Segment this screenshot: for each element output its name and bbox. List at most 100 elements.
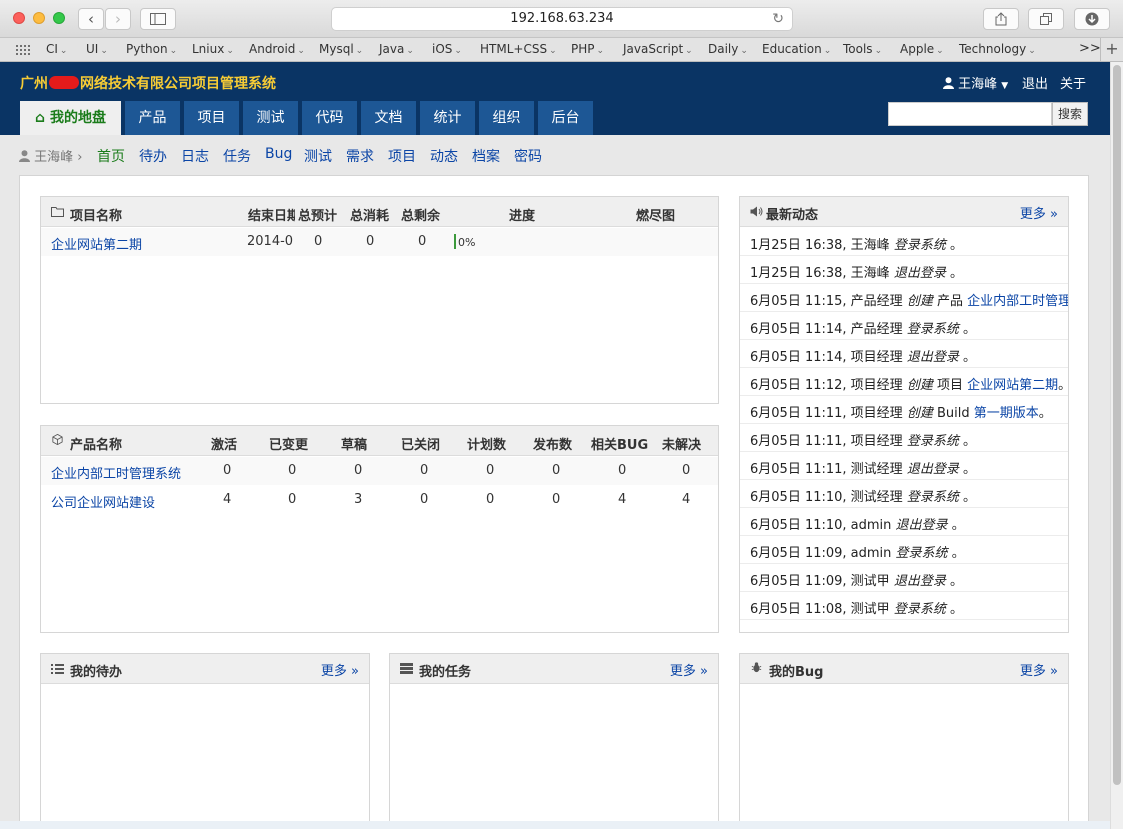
- subnav-item[interactable]: Bug: [265, 146, 292, 162]
- todo-more-link[interactable]: 更多 »: [321, 660, 359, 679]
- bookmarks-overflow-button[interactable]: >>: [1079, 41, 1101, 56]
- bookmark-item[interactable]: PHP ⌄: [571, 42, 604, 56]
- activity-text: 6月05日 11:11, 项目经理 登录系统 。: [750, 430, 976, 449]
- main-tab[interactable]: 测试: [243, 101, 298, 135]
- activity-item: 6月05日 11:09, admin 登录系统 。: [740, 536, 1068, 564]
- subnav-item[interactable]: 档案: [472, 146, 500, 166]
- bugs-more-link[interactable]: 更多 »: [1020, 660, 1058, 679]
- activity-item: 6月05日 11:11, 测试经理 退出登录 。: [740, 452, 1068, 480]
- bookmark-item[interactable]: Android ⌄: [249, 42, 305, 56]
- sub-nav: 王海峰 › 首页 待办 日志 任务 Bug 测试 需求 项目 动态 档案 密码: [0, 135, 1110, 175]
- chevron-down-icon: ⌄: [596, 46, 605, 56]
- reload-icon[interactable]: ↻: [772, 8, 784, 30]
- subnav-item[interactable]: 动态: [430, 146, 458, 166]
- project-name-link[interactable]: 企业网站第二期: [51, 234, 142, 253]
- project-estimate: 0: [314, 234, 323, 249]
- bookmark-label: Android: [249, 42, 296, 56]
- user-name: 王海峰: [958, 77, 998, 92]
- subnav-item[interactable]: 待办: [139, 146, 167, 166]
- about-link[interactable]: 关于: [1060, 73, 1086, 92]
- bookmark-item[interactable]: Education ⌄: [762, 42, 831, 56]
- subnav-item[interactable]: 日志: [181, 146, 209, 166]
- main-tab[interactable]: 后台: [538, 101, 593, 135]
- maximize-window-button[interactable]: [53, 12, 65, 24]
- bookmark-item[interactable]: Daily ⌄: [708, 42, 748, 56]
- main-tab[interactable]: 项目: [184, 101, 239, 135]
- activity-item: 1月25日 16:38, 王海峰 登录系统 。: [740, 228, 1068, 256]
- tabs-overview-button[interactable]: [1028, 8, 1064, 30]
- main-tab[interactable]: 组织: [479, 101, 534, 135]
- company-title[interactable]: 广州 网络技术有限公司项目管理系统: [20, 73, 276, 93]
- bookmark-item[interactable]: Lniux ⌄: [192, 42, 234, 56]
- bugs-header: 我的Bug 更多 »: [740, 654, 1068, 684]
- bugs-panel: 我的Bug 更多 »: [739, 653, 1069, 829]
- bookmark-label: Apple: [900, 42, 935, 56]
- subnav-item[interactable]: 任务: [223, 146, 251, 166]
- main-tab[interactable]: 文档: [361, 101, 416, 135]
- col-plans: 计划数: [467, 438, 507, 453]
- scrollbar-thumb[interactable]: [1113, 65, 1121, 785]
- activity-object-link[interactable]: 企业内部工时管理系: [967, 294, 1068, 309]
- downloads-button[interactable]: [1074, 8, 1110, 30]
- bookmark-item[interactable]: iOS ⌄: [432, 42, 462, 56]
- product-stat-cell: 0: [486, 463, 495, 478]
- top-sites-icon[interactable]: [15, 44, 31, 56]
- main-tab[interactable]: 产品: [125, 101, 180, 135]
- tasks-header: 我的任务 更多 »: [390, 654, 718, 684]
- tasks-more-link[interactable]: 更多 »: [670, 660, 708, 679]
- bookmark-item[interactable]: Python ⌄: [126, 42, 177, 56]
- product-stat-cell: 0: [486, 492, 495, 507]
- bookmark-item[interactable]: Tools ⌄: [843, 42, 882, 56]
- chevron-right-icon: ›: [77, 150, 83, 165]
- activity-action: 创建: [906, 406, 933, 421]
- new-tab-button[interactable]: +: [1100, 38, 1123, 62]
- activity-text: 6月05日 11:14, 产品经理 登录系统 。: [750, 318, 976, 337]
- activity-more-link[interactable]: 更多 »: [1020, 203, 1058, 222]
- close-window-button[interactable]: [13, 12, 25, 24]
- chevron-down-icon: ⌄: [936, 46, 944, 56]
- page-scrollbar[interactable]: [1110, 62, 1123, 829]
- product-stat-cell: 3: [354, 492, 363, 507]
- product-name-link[interactable]: 企业内部工时管理系统: [51, 463, 181, 482]
- bookmark-item[interactable]: UI ⌄: [86, 42, 108, 56]
- search-input[interactable]: [888, 102, 1052, 126]
- chevron-down-icon: ⌄: [226, 46, 234, 56]
- main-tab[interactable]: 代码: [302, 101, 357, 135]
- activity-object-link[interactable]: 第一期版本: [974, 406, 1039, 421]
- subnav-item[interactable]: 测试: [304, 146, 332, 166]
- activity-object-link[interactable]: 企业网站第二期: [967, 378, 1058, 393]
- product-stat-cell: 0: [354, 463, 363, 478]
- address-bar[interactable]: 192.168.63.234 ↻: [331, 7, 793, 31]
- bookmark-item[interactable]: Java ⌄: [379, 42, 414, 56]
- browser-toolbar: ‹ › 192.168.63.234 ↻: [0, 0, 1123, 38]
- activity-header: 最新动态 更多 »: [740, 197, 1068, 227]
- user-menu[interactable]: 王海峰 ▼: [943, 73, 1008, 92]
- activity-action: 登录系统: [906, 322, 959, 337]
- bookmark-item[interactable]: Mysql ⌄: [319, 42, 363, 56]
- sidebar-toggle-button[interactable]: [140, 8, 176, 30]
- subnav-item[interactable]: 需求: [346, 146, 374, 166]
- bookmark-item[interactable]: Technology ⌄: [959, 42, 1036, 56]
- back-button[interactable]: ‹: [78, 8, 104, 30]
- activity-item: 6月05日 11:14, 项目经理 退出登录 。: [740, 340, 1068, 368]
- forward-button[interactable]: ›: [105, 8, 131, 30]
- subnav-item[interactable]: 首页: [97, 146, 125, 166]
- search-button[interactable]: 搜索: [1052, 102, 1088, 126]
- main-tab-label: 后台: [551, 110, 580, 126]
- bookmark-item[interactable]: CI ⌄: [46, 42, 67, 56]
- minimize-window-button[interactable]: [33, 12, 45, 24]
- subnav-item[interactable]: 密码: [514, 146, 542, 166]
- product-name-link[interactable]: 公司企业网站建设: [51, 492, 155, 511]
- subnav-item[interactable]: 项目: [388, 146, 416, 166]
- logout-link[interactable]: 退出: [1022, 73, 1048, 92]
- bookmark-item[interactable]: HTML+CSS ⌄: [480, 42, 557, 56]
- double-chevron-right-icon: »: [1050, 207, 1058, 222]
- main-tab[interactable]: ⌂ 我的地盘: [20, 101, 121, 135]
- bookmark-item[interactable]: JavaScript ⌄: [623, 42, 693, 56]
- share-button[interactable]: [983, 8, 1019, 30]
- app-header: 广州 网络技术有限公司项目管理系统 王海峰 ▼ 退出 关于 ⌂ 我的地盘 产品 项目 测…: [0, 62, 1110, 135]
- more-label: 更多: [1019, 207, 1046, 222]
- breadcrumb-user: 王海峰 ›: [19, 146, 83, 165]
- bookmark-item[interactable]: Apple ⌄: [900, 42, 944, 56]
- main-tab[interactable]: 统计: [420, 101, 475, 135]
